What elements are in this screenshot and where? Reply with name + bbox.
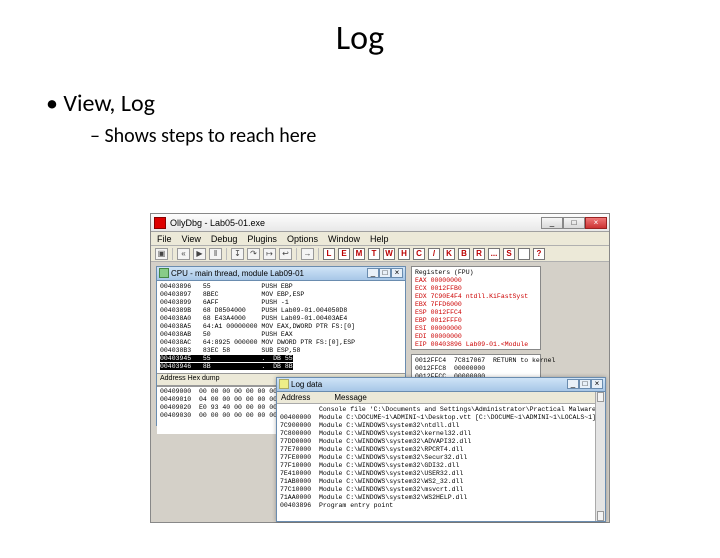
log-close-button[interactable]: × [591,379,603,389]
minimize-button[interactable]: _ [541,217,563,229]
tool-open-icon[interactable]: ▣ [155,248,168,260]
menu-debug[interactable]: Debug [211,234,238,244]
menu-options[interactable]: Options [287,234,318,244]
log-window[interactable]: Log data _ □ × Address Message Console f… [276,377,606,522]
menubar: File View Debug Plugins Options Window H… [151,232,609,246]
bullet-view-log: View, Log [46,89,720,118]
tile-K[interactable]: K [443,248,455,260]
screenshot-region: OllyDbg - Lab05-01.exe _ □ × File View D… [150,213,610,523]
tool-pause-icon[interactable]: ‖ [209,248,222,260]
disassembly-pane[interactable]: 00403896 55 PUSH EBP 00403897 8BEC MOV E… [157,281,405,373]
cpu-max-button[interactable]: □ [379,268,391,278]
log-titlebar[interactable]: Log data _ □ × [277,378,605,392]
tile-help[interactable]: ? [533,248,545,260]
tile-slash[interactable]: / [428,248,440,260]
tool-trace-icon[interactable]: ↦ [263,248,276,260]
tile-S[interactable]: S [503,248,515,260]
menu-plugins[interactable]: Plugins [247,234,277,244]
menu-help[interactable]: Help [370,234,389,244]
tool-stepinto-icon[interactable]: ↧ [231,248,244,260]
titlebar[interactable]: OllyDbg - Lab05-01.exe _ □ × [151,214,609,232]
tile-R[interactable]: R [473,248,485,260]
cpu-min-button[interactable]: _ [367,268,379,278]
tile-T[interactable]: T [368,248,380,260]
slide-title: Log [0,18,720,59]
log-scrollbar[interactable] [595,392,605,521]
registers-pane[interactable]: Registers (FPU)EAX 00000000 ECX 0012FFB0… [411,266,541,350]
subbullet-desc: Shows steps to reach here [90,124,720,148]
toolbar: ▣ « ▶ ‖ ↧ ↷ ↦ ↩ → L E M T W H C / K B R … [151,246,609,262]
log-title: Log data [291,380,322,389]
tool-restart-icon[interactable]: « [177,248,190,260]
maximize-button[interactable]: □ [563,217,585,229]
tool-goto-icon[interactable]: → [301,248,314,260]
log-icon [279,379,289,389]
tool-ret-icon[interactable]: ↩ [279,248,292,260]
tile-B[interactable]: B [458,248,470,260]
tool-stepover-icon[interactable]: ↷ [247,248,260,260]
cpu-icon [159,268,169,278]
app-icon [154,217,166,229]
log-body[interactable]: Console file 'C:\Documents and Settings\… [277,404,605,519]
log-col-message: Message [334,393,366,402]
app-title: OllyDbg - Lab05-01.exe [170,218,265,228]
cpu-title: CPU - main thread, module Lab09-01 [171,269,304,278]
tile-more[interactable]: ... [488,248,500,260]
menu-file[interactable]: File [157,234,172,244]
menu-window[interactable]: Window [328,234,360,244]
log-min-button[interactable]: _ [567,379,579,389]
cpu-close-button[interactable]: × [391,268,403,278]
tile-H[interactable]: H [398,248,410,260]
tile-C[interactable]: C [413,248,425,260]
menu-view[interactable]: View [182,234,201,244]
log-col-address: Address [281,393,310,402]
tile-E[interactable]: E [338,248,350,260]
registers-body: EAX 00000000 ECX 0012FFB0 EDX 7C90E4F4 n… [415,277,528,348]
selected-row: 00403945 55 . DB 55 [160,355,293,362]
ollydbg-main-window: OllyDbg - Lab05-01.exe _ □ × File View D… [150,213,610,523]
tool-play-icon[interactable]: ▶ [193,248,206,260]
tile-blank[interactable] [518,248,530,260]
tile-L[interactable]: L [323,248,335,260]
tile-M[interactable]: M [353,248,365,260]
cpu-titlebar[interactable]: CPU - main thread, module Lab09-01 _ □ × [157,267,405,281]
log-max-button[interactable]: □ [579,379,591,389]
close-button[interactable]: × [585,217,607,229]
tile-W[interactable]: W [383,248,395,260]
registers-title: Registers (FPU) [415,269,537,277]
log-columns: Address Message [277,392,605,404]
